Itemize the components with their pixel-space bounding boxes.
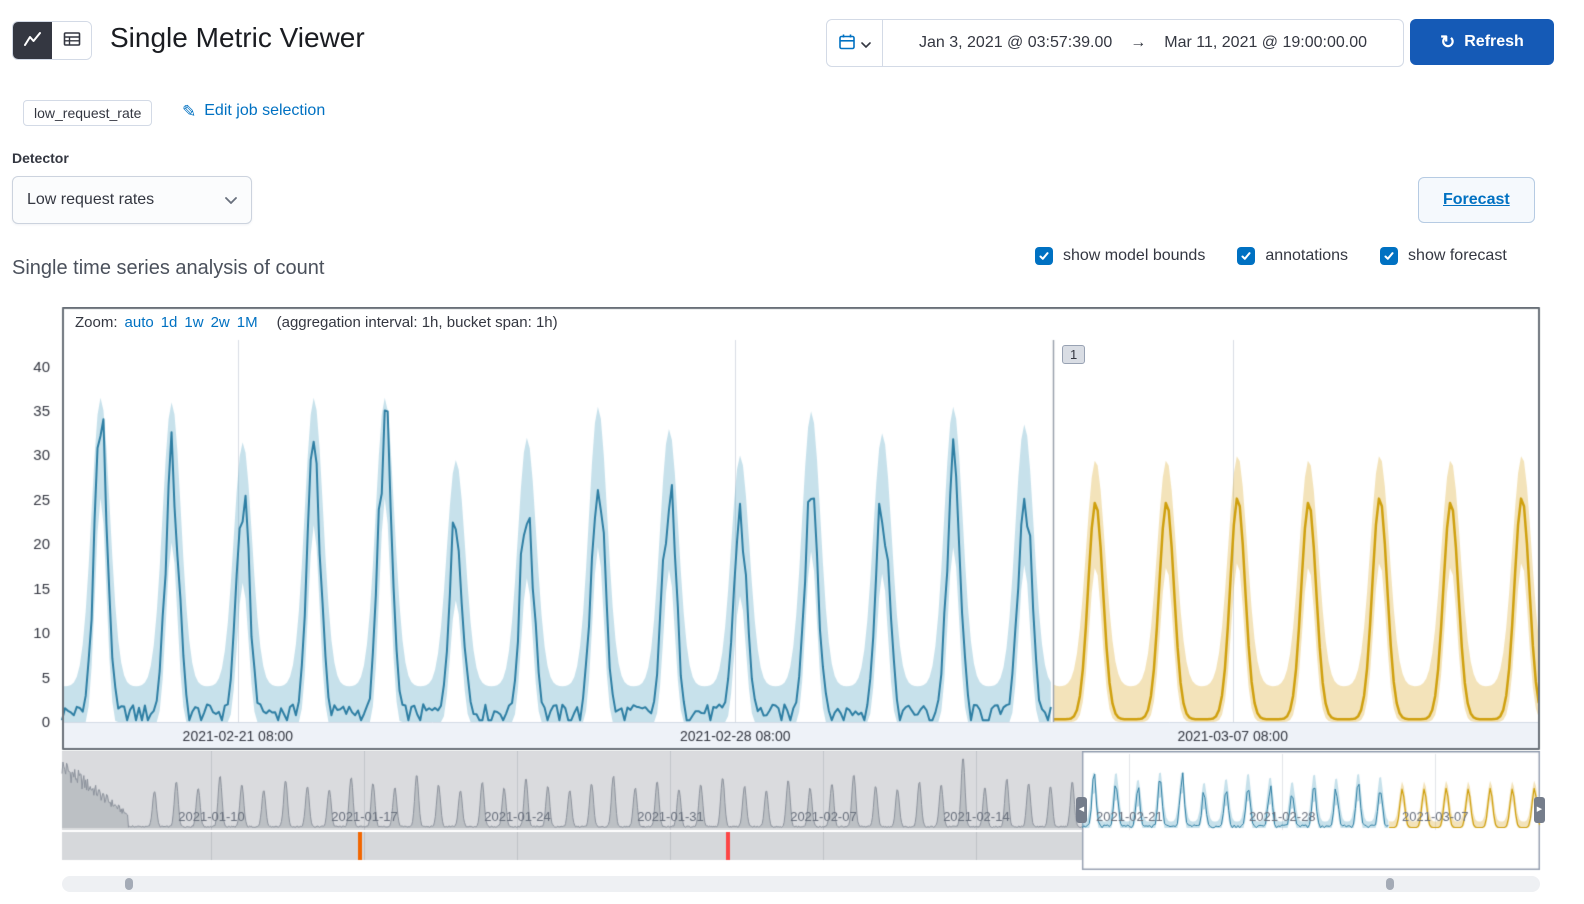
pencil-icon: ✎ (182, 101, 197, 121)
chart-view-button[interactable] (13, 22, 52, 59)
edit-job-selection-link[interactable]: ✎ Edit job selection (182, 102, 325, 120)
checkbox-annotations[interactable]: annotations (1237, 247, 1348, 265)
selection-right-handle[interactable]: ▶ (1534, 797, 1545, 823)
selection-left-handle[interactable]: ◀ (1076, 797, 1087, 823)
checkbox-label: show forecast (1408, 247, 1507, 264)
table-icon (63, 31, 81, 50)
detector-selected-value: Low request rates (27, 191, 155, 208)
checkbox-label: show model bounds (1063, 247, 1206, 264)
checkbox-checked-icon (1035, 247, 1053, 265)
checkbox-label: annotations (1265, 247, 1349, 264)
scrollbar-thumb-left[interactable] (125, 878, 133, 890)
main-time-series-chart[interactable] (0, 307, 1584, 751)
chevron-down-icon (861, 36, 871, 51)
zoom-1w-link[interactable]: 1w (184, 314, 203, 331)
annotation-badge[interactable]: 1 (1062, 345, 1086, 364)
job-badge: low_request_rate (23, 100, 153, 126)
arrow-right-icon: → (1130, 34, 1147, 51)
detector-select[interactable]: Low request rates (12, 176, 252, 224)
aggregation-note: (aggregation interval: 1h, bucket span: … (276, 314, 558, 331)
start-date[interactable]: Jan 3, 2021 @ 03:57:39.00 (919, 34, 1112, 52)
calendar-dropdown-button[interactable] (827, 20, 883, 66)
scrollbar-thumb-right[interactable] (1386, 878, 1394, 890)
table-view-button[interactable] (52, 22, 91, 59)
date-range-bar: Jan 3, 2021 @ 03:57:39.00 → Mar 11, 2021… (826, 19, 1404, 67)
zoom-auto-link[interactable]: auto (125, 314, 154, 331)
refresh-button[interactable]: ↻ Refresh (1410, 19, 1554, 65)
calendar-icon (838, 33, 856, 54)
analysis-heading: Single time series analysis of count (12, 257, 325, 279)
date-range-display: Jan 3, 2021 @ 03:57:39.00 → Mar 11, 2021… (883, 20, 1403, 66)
timeline-scrollbar-track[interactable] (62, 876, 1540, 892)
forecast-button[interactable]: Forecast (1418, 177, 1535, 223)
zoom-1d-link[interactable]: 1d (161, 314, 178, 331)
chart-option-toggles: show model bounds annotations show forec… (1035, 247, 1507, 265)
edit-job-selection-label: Edit job selection (204, 102, 326, 119)
chevron-down-icon (225, 191, 237, 209)
refresh-icon: ↻ (1440, 32, 1456, 52)
zoom-label: Zoom: (75, 314, 118, 331)
checkbox-checked-icon (1237, 247, 1256, 265)
checkbox-show-model-bounds[interactable]: show model bounds (1035, 247, 1205, 265)
refresh-label: Refresh (1464, 33, 1524, 50)
view-toggle-group (12, 21, 92, 60)
checkbox-checked-icon (1380, 247, 1399, 265)
zoom-2w-link[interactable]: 2w (211, 314, 230, 331)
checkbox-show-forecast[interactable]: show forecast (1380, 247, 1507, 265)
page-title: Single Metric Viewer (110, 22, 365, 53)
zoom-1M-link[interactable]: 1M (237, 314, 258, 331)
end-date[interactable]: Mar 11, 2021 @ 19:00:00.00 (1164, 34, 1367, 52)
zoom-bar: Zoom: auto 1d 1w 2w 1M (aggregation inte… (75, 314, 558, 331)
detector-label: Detector (12, 150, 69, 166)
line-chart-icon (23, 31, 42, 50)
